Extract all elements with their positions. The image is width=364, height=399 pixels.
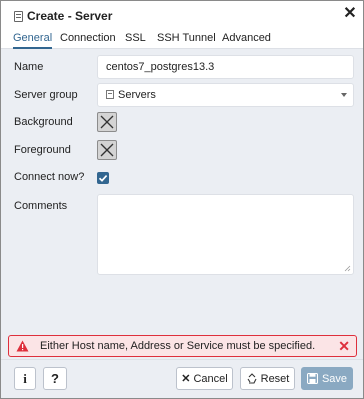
save-button[interactable]: Save: [301, 367, 353, 390]
tab-bar: General Connection SSL SSH Tunnel Advanc…: [1, 30, 363, 49]
cancel-label: Cancel: [193, 372, 228, 385]
server-group-icon: [106, 90, 114, 99]
close-icon: ✕: [181, 373, 191, 385]
save-label: Save: [321, 372, 348, 385]
reset-button[interactable]: Reset: [240, 367, 295, 390]
help-button[interactable]: ?: [43, 367, 67, 390]
recycle-icon: [247, 373, 257, 384]
tab-ssl[interactable]: SSL: [125, 32, 146, 47]
clear-color-icon: [100, 143, 114, 157]
foreground-color-picker[interactable]: [97, 140, 117, 160]
resize-handle-icon[interactable]: [344, 265, 351, 272]
connect-now-checkbox[interactable]: [97, 172, 109, 184]
create-server-dialog: Create - Server ✕ General Connection SSL…: [0, 0, 364, 399]
tab-general[interactable]: General: [13, 32, 53, 49]
info-button[interactable]: i: [14, 367, 36, 390]
warning-icon: [16, 340, 29, 352]
reset-label: Reset: [260, 372, 290, 385]
server-group-label: Server group: [14, 89, 78, 101]
name-label: Name: [14, 61, 44, 73]
server-group-value: Servers: [118, 89, 156, 101]
chevron-down-icon: [341, 93, 347, 97]
close-icon[interactable]: ✕: [338, 338, 350, 355]
checkmark-icon: [98, 175, 108, 182]
clear-color-icon: [100, 115, 114, 129]
help-icon: ?: [51, 371, 59, 386]
cancel-button[interactable]: ✕ Cancel: [176, 367, 233, 390]
comments-label: Comments: [14, 200, 68, 212]
name-value: centos7_postgres13.3: [106, 61, 215, 73]
background-color-picker[interactable]: [97, 112, 117, 132]
general-form: Name centos7_postgres13.3 Server group S…: [1, 49, 363, 334]
comments-textarea[interactable]: [97, 194, 354, 275]
tab-ssh-tunnel[interactable]: SSH Tunnel: [157, 32, 216, 47]
dialog-titlebar[interactable]: Create - Server ✕: [1, 1, 363, 30]
close-icon[interactable]: ✕: [342, 6, 358, 22]
error-alert: Either Host name, Address or Service mus…: [8, 335, 357, 357]
tab-connection[interactable]: Connection: [60, 32, 116, 47]
name-input[interactable]: centos7_postgres13.3: [97, 55, 354, 79]
foreground-label: Foreground: [14, 144, 71, 156]
connect-now-label: Connect now?: [14, 171, 85, 183]
server-icon: [14, 11, 23, 22]
dialog-footer: i ? ✕ Cancel Reset Save: [1, 359, 363, 398]
info-icon: i: [23, 370, 27, 386]
server-group-select[interactable]: Servers: [97, 83, 354, 107]
dialog-title: Create - Server: [27, 9, 113, 23]
background-label: Background: [14, 116, 73, 128]
alert-message: Either Host name, Address or Service mus…: [40, 340, 316, 352]
tab-advanced[interactable]: Advanced: [222, 32, 271, 47]
save-icon: [306, 373, 318, 384]
